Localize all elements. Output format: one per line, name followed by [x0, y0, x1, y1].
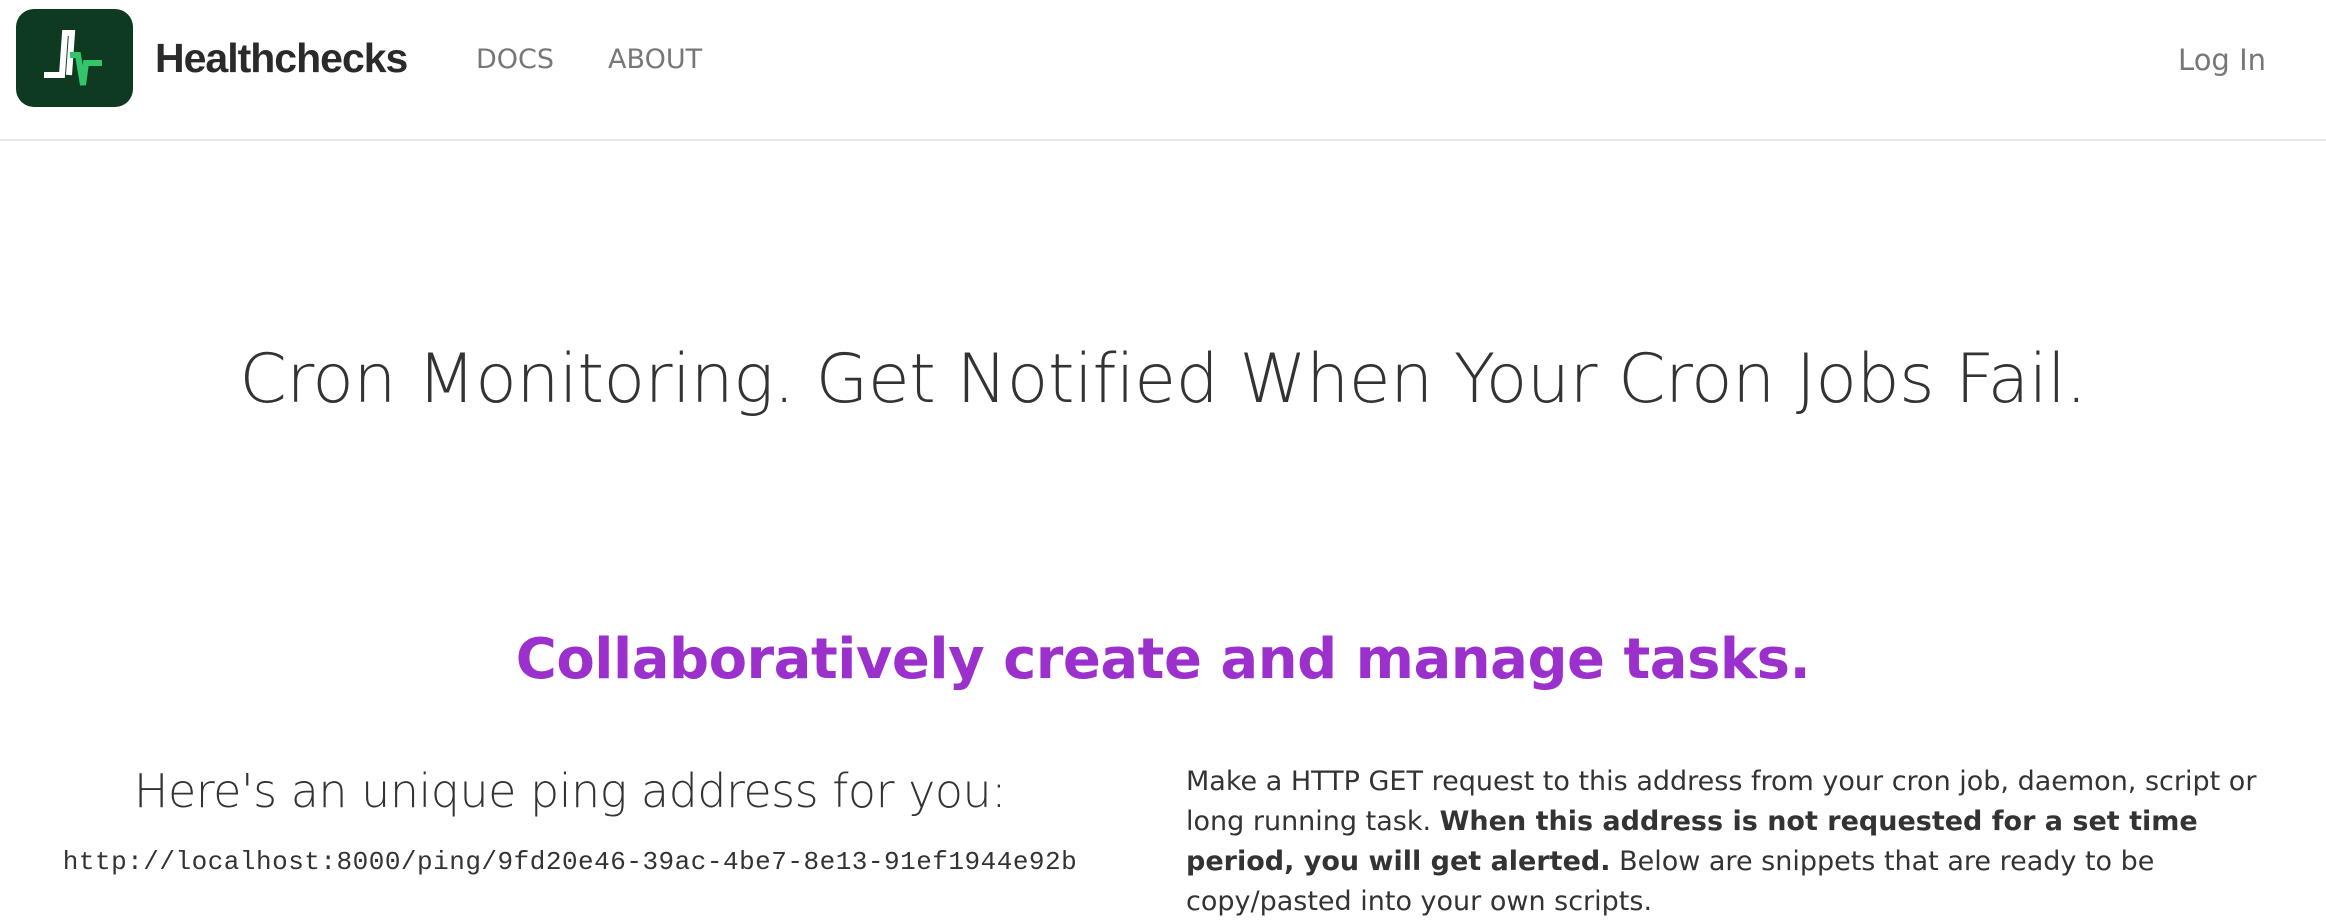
- ping-url[interactable]: http://localhost:8000/ping/9fd20e46-39ac…: [0, 844, 1140, 880]
- ping-address-panel: Here's an unique ping address for you: h…: [0, 756, 1140, 880]
- login-link[interactable]: Log In: [2178, 40, 2266, 80]
- ping-heading: Here's an unique ping address for you:: [133, 764, 1007, 818]
- logo: [16, 9, 133, 107]
- nav-docs-link[interactable]: DOCS: [476, 40, 554, 80]
- ping-description: Make a HTTP GET request to this address …: [1186, 762, 2296, 922]
- navbar: Healthchecks DOCS ABOUT Log In: [0, 0, 2326, 141]
- hero-title: Cron Monitoring. Get Notified When Your …: [239, 340, 2087, 419]
- nav-links: DOCS ABOUT: [476, 40, 756, 80]
- pulse-icon: [43, 30, 102, 86]
- brand-name: Healthchecks: [155, 34, 408, 81]
- tagline: Collaboratively create and manage tasks.: [515, 627, 1811, 692]
- brand-home-link[interactable]: Healthchecks: [16, 9, 408, 107]
- nav-about-link[interactable]: ABOUT: [608, 40, 702, 80]
